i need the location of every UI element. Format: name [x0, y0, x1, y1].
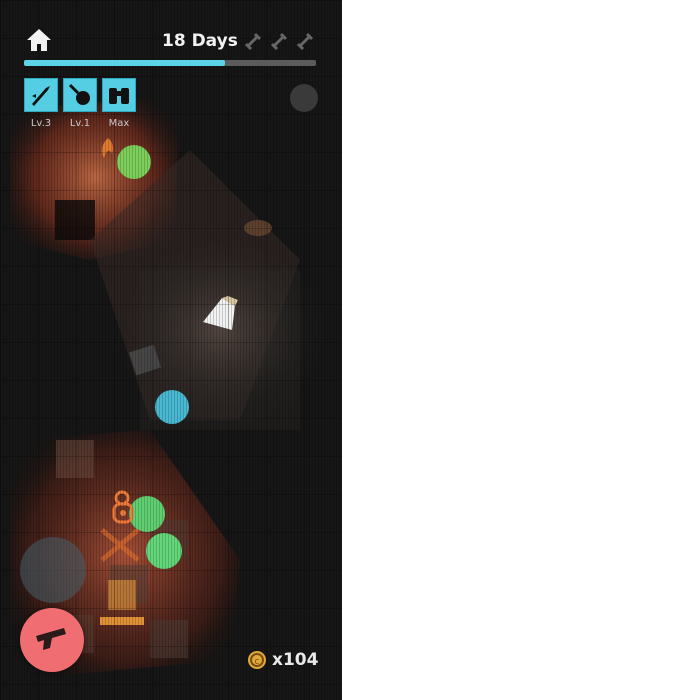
day-progress-fill	[24, 60, 226, 66]
item-slot-rocket[interactable]	[24, 78, 58, 112]
movement-joystick[interactable]	[20, 537, 86, 603]
coin-count-value: 104	[282, 650, 319, 670]
player-character	[112, 490, 134, 524]
rocket-launcher-icon	[32, 86, 50, 106]
coin-count-prefix: x	[272, 650, 283, 670]
top-hud: 18 Days Lv.3 Lv.1 Max	[0, 0, 342, 140]
skull-icon	[270, 32, 288, 50]
enemy-cyan	[155, 390, 189, 424]
svg-text:c: c	[255, 657, 260, 667]
minimap-dot	[290, 84, 318, 112]
fire-button[interactable]	[20, 608, 84, 672]
skull-icon	[296, 32, 314, 50]
item-slot-binoculars[interactable]	[102, 78, 136, 112]
coin-count: x104	[272, 650, 318, 670]
item-level-pan: Lv.1	[69, 118, 91, 129]
binoculars-icon	[109, 88, 129, 104]
home-icon[interactable]	[26, 28, 52, 52]
days-counter: 18 Days	[162, 31, 238, 51]
item-level-binoculars: Max	[108, 118, 130, 129]
frying-pan-icon	[68, 83, 90, 105]
pistol-icon	[36, 628, 66, 650]
enemy-green-bottom-2	[146, 533, 182, 569]
game-screen: 18 Days Lv.3 Lv.1 Max c x104	[0, 0, 342, 700]
item-slot-pan[interactable]	[63, 78, 97, 112]
day-progress-bar	[24, 60, 316, 66]
enemy-green-top	[117, 145, 151, 179]
skull-icon	[244, 32, 262, 50]
item-level-rocket: Lv.3	[30, 118, 52, 129]
coin-icon: c	[248, 651, 266, 669]
skull-slots	[244, 32, 320, 50]
